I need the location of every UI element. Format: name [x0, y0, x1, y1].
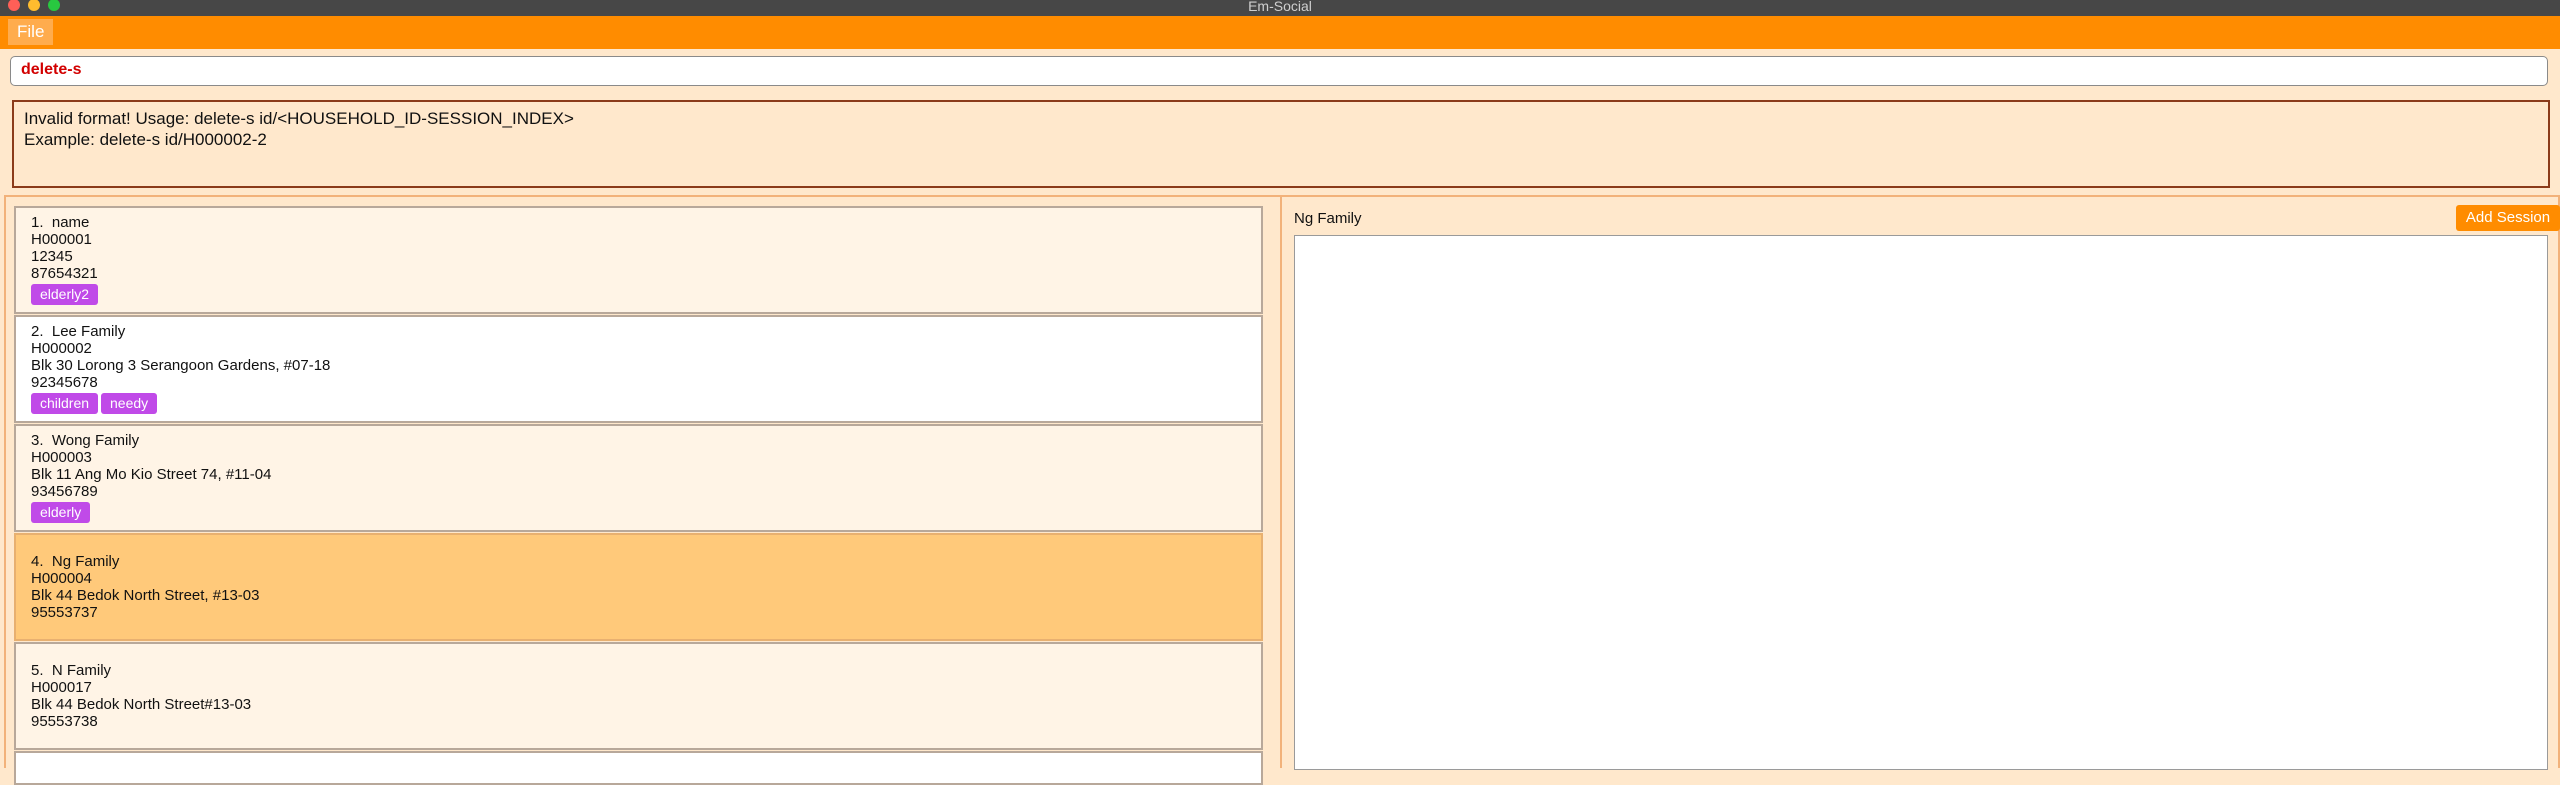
file-menu[interactable]: File: [8, 19, 54, 45]
household-phone: 93456789: [31, 483, 98, 500]
household-title: 5. N Family: [31, 662, 112, 679]
window-title: Em-Social: [1248, 0, 1312, 14]
household-tag: needy: [101, 393, 158, 414]
household-id: H000017: [31, 679, 92, 696]
household-tag: elderly: [31, 502, 91, 523]
add-session-button[interactable]: Add Session: [2456, 205, 2560, 231]
result-display: Invalid format! Usage: delete-s id/<HOUS…: [12, 100, 2550, 188]
household-card[interactable]: 2. Lee Family H000002 Blk 30 Lorong 3 Se…: [14, 315, 1263, 423]
household-address: Blk 44 Bedok North Street#13-03: [31, 696, 252, 713]
session-list[interactable]: [1294, 235, 2548, 770]
household-list-panel: 1. name H000001 12345 87654321 elderly2 …: [4, 195, 1282, 785]
household-id: H000004: [31, 570, 92, 587]
menu-bar: File: [0, 16, 2560, 49]
household-title: 3. Wong Family: [31, 432, 140, 449]
household-card[interactable]: 5. N Family H000017 Blk 44 Bedok North S…: [14, 642, 1263, 750]
command-box[interactable]: delete-s: [10, 56, 2548, 86]
household-title: 1. name: [31, 214, 90, 231]
result-usage-line: Invalid format! Usage: delete-s id/<HOUS…: [24, 109, 574, 128]
household-phone: 92345678: [31, 374, 98, 391]
household-card[interactable]: 1. name H000001 12345 87654321 elderly2: [14, 206, 1263, 314]
household-tag: children: [31, 393, 99, 414]
household-title: 4. Ng Family: [31, 553, 120, 570]
title-bar: Em-Social: [0, 0, 2560, 16]
household-address: Blk 30 Lorong 3 Serangoon Gardens, #07-1…: [31, 357, 331, 374]
household-id: H000002: [31, 340, 92, 357]
household-address: Blk 44 Bedok North Street, #13-03: [31, 587, 260, 604]
command-input[interactable]: delete-s: [21, 61, 81, 79]
household-detail-panel: Ng Family Add Session: [1280, 195, 2560, 770]
household-phone: 95553738: [31, 713, 98, 730]
household-address: Blk 11 Ang Mo Kio Street 74, #11-04: [31, 466, 272, 483]
household-id: H000001: [31, 231, 92, 248]
household-title: 2. Lee Family: [31, 323, 126, 340]
household-address: 12345: [31, 248, 73, 265]
household-phone: 95553737: [31, 604, 98, 621]
selected-household-name: Ng Family: [1294, 210, 1362, 227]
household-card-selected[interactable]: 4. Ng Family H000004 Blk 44 Bedok North …: [14, 533, 1263, 641]
household-card[interactable]: 3. Wong Family H000003 Blk 11 Ang Mo Kio…: [14, 424, 1263, 532]
household-card[interactable]: [14, 751, 1263, 785]
household-id: H000003: [31, 449, 92, 466]
household-phone: 87654321: [31, 265, 98, 282]
household-tag: elderly2: [31, 284, 99, 305]
result-example-line: Example: delete-s id/H000002-2: [24, 130, 267, 149]
